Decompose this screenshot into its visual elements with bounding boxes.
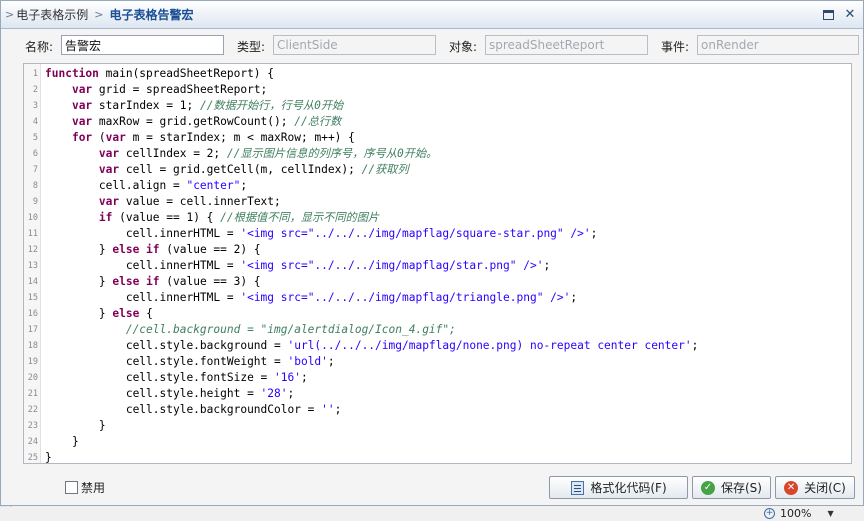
close-button[interactable]: ✕ 关闭(C) [775,476,855,499]
code-line: 3 var starIndex = 1; //数据开始行，行号从0开始 [32,99,344,112]
checkmark-icon: ✓ [701,480,715,495]
code-line: 5 for (var m = starIndex; m < maxRow; m+… [32,131,355,144]
maximize-button[interactable] [821,8,835,22]
code-line: 6 var cellIndex = 2; //显示图片信息的列序号，序号从0开始… [32,147,438,160]
format-code-label: 格式化代码(F) [590,481,667,495]
breadcrumb-separator-icon: > [94,8,104,21]
format-code-button[interactable]: 格式化代码(F) [549,476,688,499]
disable-checkbox[interactable] [65,481,78,494]
code-line: 17 //cell.background = "img/alertdialog/… [27,323,456,336]
zoom-level: 100% [780,507,812,520]
code-line: 24 } [27,435,79,448]
type-input[interactable] [273,35,436,55]
code-editor[interactable]: 1 function main(spreadSheetReport) { 2 va… [23,63,852,464]
close-window-button[interactable]: ✕ [843,7,857,22]
macro-editor-dialog: > 电子表格示例 > 电子表格告警宏 ✕ 名称: 类型: 对象: 事件: 1fu… [0,0,864,506]
save-button[interactable]: ✓ 保存(S) [692,476,771,499]
object-input[interactable] [485,35,648,55]
event-label: 事件: [661,40,690,54]
zoom-icon: + [764,508,775,519]
close-circle-icon: ✕ [784,480,799,495]
maximize-icon [822,9,834,20]
code-line: 19 cell.style.fontWeight = 'bold'; [27,355,335,368]
name-input[interactable] [61,35,224,55]
breadcrumb-current: 电子表格告警宏 [109,8,194,22]
save-label: 保存(S) [721,481,762,495]
object-label: 对象: [449,40,478,54]
code-line: 4 var maxRow = grid.getRowCount(); //总行数 [32,115,342,128]
code-line: 23 } [27,419,106,432]
code-line: 15 cell.innerHTML = '<img src="../../../… [27,291,578,304]
code-line: 20 cell.style.fontSize = '16'; [27,371,308,384]
type-label: 类型: [237,40,266,54]
disable-checkbox-wrapper[interactable]: 禁用 [65,479,105,496]
property-row: 名称: 类型: 对象: 事件: [1,34,864,56]
code-line: 21 cell.style.height = '28'; [27,387,295,400]
breadcrumb-arrow-icon: > [5,8,15,21]
name-label: 名称: [25,40,54,54]
code-line: 8 cell.align = "center"; [32,179,248,192]
event-input[interactable] [697,35,859,55]
code-line: 16 } else { [27,307,153,320]
code-content[interactable]: 1 function main(spreadSheetReport) { 2 va… [24,66,851,464]
code-line: 18 cell.style.background = 'url(../../..… [27,339,699,352]
dialog-titlebar: > 电子表格示例 > 电子表格告警宏 ✕ [1,1,863,29]
zoom-control[interactable]: + 100% ▼ [764,507,834,520]
code-line: 14 } else if (value == 3) { [27,275,261,288]
disable-label: 禁用 [81,481,106,495]
code-line: 1 function main(spreadSheetReport) { [32,67,275,80]
code-line: 2 var grid = spreadSheetReport; [32,83,268,96]
dialog-footer: 禁用 格式化代码(F) ✓ 保存(S) ✕ 关闭(C) [1,471,864,505]
format-code-icon [570,480,584,495]
close-label: 关闭(C) [804,481,846,495]
code-line: 7 var cell = grid.getCell(m, cellIndex);… [32,163,409,176]
code-line: 11 cell.innerHTML = '<img src="../../../… [27,227,598,240]
code-line: 12 } else if (value == 2) { [27,243,261,256]
code-line: 9 var value = cell.innerText; [32,195,281,208]
code-line: 10 if (value == 1) { //根据值不同，显示不同的图片 [27,211,380,224]
code-line: 22 cell.style.backgroundColor = ''; [27,403,342,416]
browser-statusbar: + 100% ▼ [0,507,864,521]
breadcrumb-parent[interactable]: 电子表格示例 [16,6,88,23]
code-line: 13 cell.innerHTML = '<img src="../../../… [27,259,551,272]
code-line: 25} [27,451,52,464]
zoom-dropdown-icon[interactable]: ▼ [827,509,833,518]
